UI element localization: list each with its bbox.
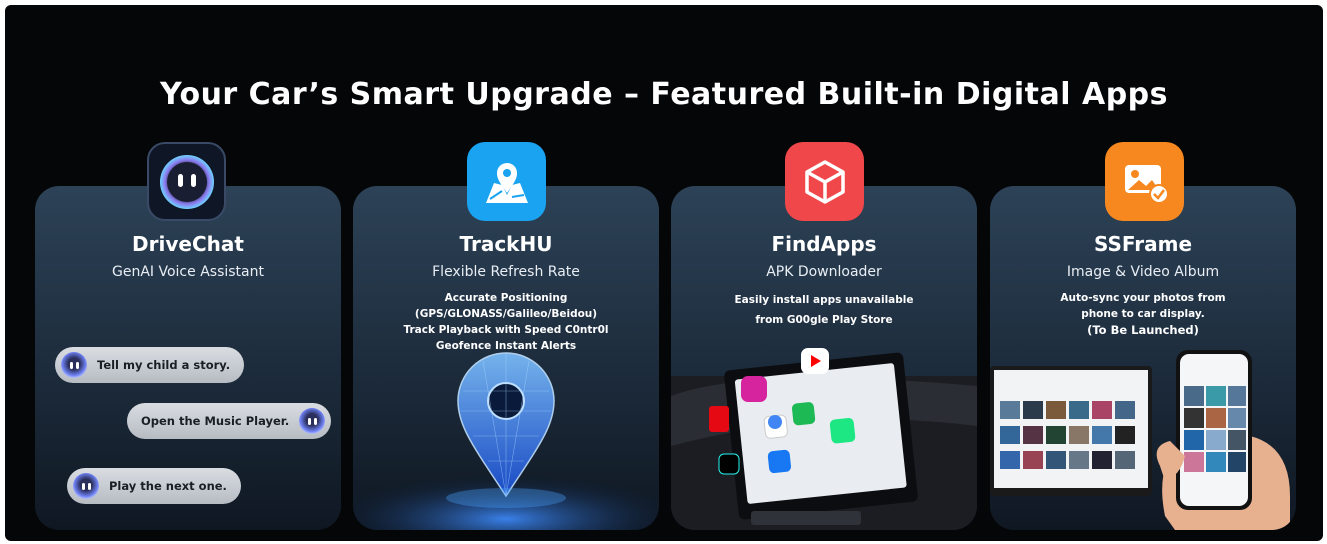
findapps-subtitle: APK Downloader [766, 264, 882, 280]
car-dashboard-illustration [671, 348, 977, 530]
map-location-icon [485, 162, 528, 203]
bubble-text: Open the Music Player. [141, 414, 290, 428]
ssframe-description: Auto-sync your photos from phone to car … [990, 290, 1296, 338]
trackhu-desc-line: Track Playback with Speed C0ntr0l [403, 324, 609, 336]
assistant-orb-icon [61, 352, 87, 378]
drivechat-app-icon [147, 142, 226, 221]
voice-bubble-story: Tell my child a story. [55, 347, 245, 383]
drivechat-subtitle: GenAI Voice Assistant [112, 264, 264, 280]
findapps-title: FindApps [771, 232, 877, 256]
trackhu-app-icon [467, 142, 546, 221]
trackhu-subtitle: Flexible Refresh Rate [432, 264, 580, 280]
ssframe-title: SSFrame [1093, 232, 1193, 256]
feature-banner: Your Car’s Smart Upgrade – Featured Buil… [5, 5, 1323, 541]
map-pin-illustration [353, 352, 659, 530]
findapps-app-icon [785, 142, 864, 221]
ssframe-subtitle: Image & Video Album [1066, 264, 1220, 280]
bubble-text: Tell my child a story. [97, 358, 231, 372]
trackhu-card: TrackHU Flexible Refresh Rate Accurate P… [353, 186, 659, 530]
findapps-description: Easily install apps unavailable from G00… [671, 290, 977, 330]
drivechat-card: DriveChat GenAI Voice Assistant Tell my … [35, 186, 341, 530]
trackhu-title: TrackHU [459, 232, 553, 256]
robot-face-icon [159, 154, 214, 209]
ssframe-desc-line: phone to car display. [1081, 308, 1205, 320]
findapps-desc-line: Easily install apps unavailable [734, 294, 914, 306]
photo-gallery-icon [1124, 164, 1169, 204]
ssframe-app-icon [1105, 142, 1184, 221]
ssframe-desc-line: Auto-sync your photos from [1060, 292, 1226, 304]
voice-bubble-next: Play the next one. [67, 468, 241, 504]
ssframe-card: SSFrame Image & Video Album Auto-sync yo… [990, 186, 1296, 530]
assistant-orb-icon [299, 408, 326, 434]
ssframe-desc-line: (To Be Launched) [1087, 323, 1199, 337]
photo-sync-illustration [990, 350, 1290, 530]
headline: Your Car’s Smart Upgrade – Featured Buil… [159, 77, 1168, 112]
trackhu-desc-line: Accurate Positioning (GPS/GLONASS/Galile… [414, 292, 598, 320]
cube-icon [804, 159, 845, 204]
drivechat-title: DriveChat [132, 232, 244, 256]
findapps-card: FindApps APK Downloader Easily install a… [671, 186, 977, 530]
trackhu-description: Accurate Positioning (GPS/GLONASS/Galile… [353, 290, 659, 354]
assistant-orb-icon [73, 473, 99, 499]
findapps-desc-line: from G00gle Play Store [755, 314, 893, 326]
voice-bubble-music: Open the Music Player. [127, 403, 332, 439]
bubble-text: Play the next one. [109, 479, 227, 493]
